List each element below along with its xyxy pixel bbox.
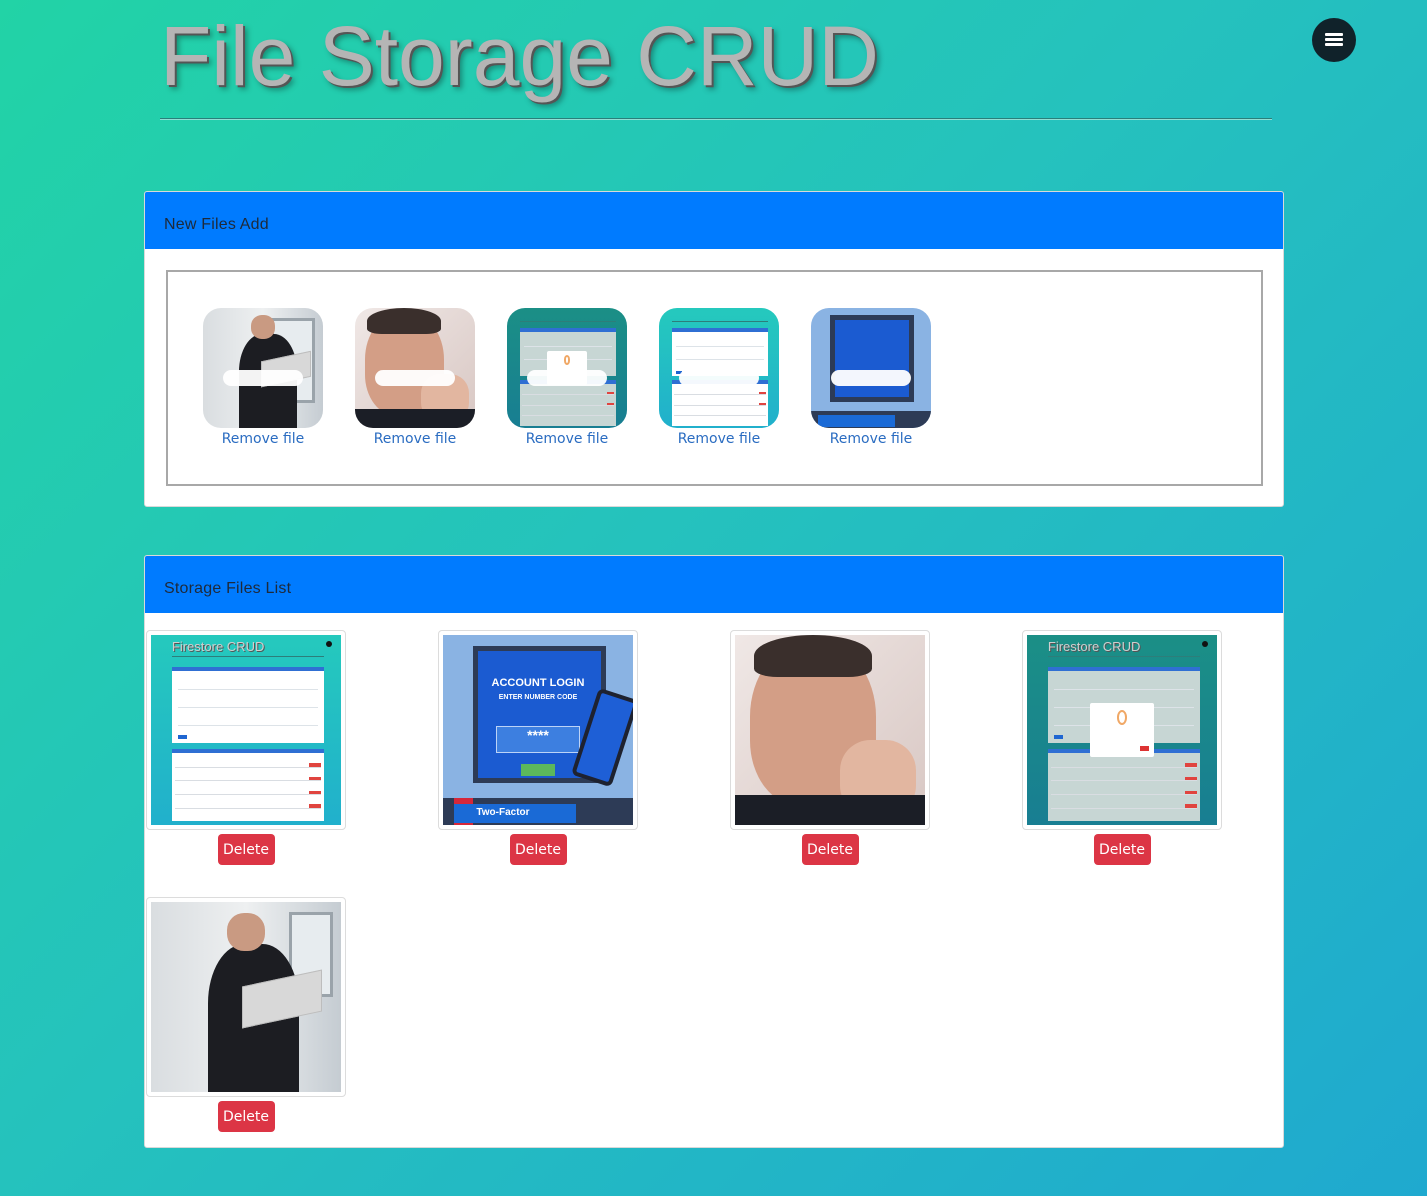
storage-file-item: ACCOUNT LOGIN ENTER NUMBER CODE **** Two… [438,630,638,865]
hamburger-menu-icon [1325,33,1343,47]
dropzone-preview: Remove file [659,308,779,447]
remove-file-link[interactable]: Remove file [203,431,323,447]
man-pointing-finger-thumbnail [355,308,475,428]
storage-file-item: Delete [730,630,930,865]
upload-progress-bar [375,370,455,386]
dropzone-preview: Remove file [355,308,475,447]
image-caption: Firestore CRUD [171,638,265,654]
dropzone-preview: Remove file [507,308,627,447]
account-login-two-factor-image: ACCOUNT LOGIN ENTER NUMBER CODE **** Two… [443,635,633,825]
upload-progress-bar [223,370,303,386]
new-files-card: New Files Add Remove file Remove file Re… [144,191,1284,507]
file-thumbnail[interactable]: Firestore CRUD [146,630,346,830]
image-caption: ACCOUNT LOGIN [491,676,585,689]
storage-file-item: Firestore CRUD Delete [146,630,346,865]
storage-files-card: Storage Files List Firestore CRUD Delete… [144,555,1284,1148]
file-dropzone[interactable]: Remove file Remove file Remove file Remo… [166,270,1263,486]
delete-button[interactable]: Delete [217,834,275,865]
title-divider [160,118,1272,120]
image-code: **** [496,726,580,753]
file-thumbnail[interactable]: ACCOUNT LOGIN ENTER NUMBER CODE **** Two… [438,630,638,830]
firestore-crud-form-thumbnail [659,308,779,428]
account-login-two-factor-thumbnail [811,308,931,428]
delete-button[interactable]: Delete [801,834,859,865]
image-caption: Firestore CRUD [1047,638,1141,654]
file-thumbnail[interactable] [730,630,930,830]
remove-file-link[interactable]: Remove file [659,431,779,447]
delete-button[interactable]: Delete [509,834,567,865]
storage-file-item: Delete [146,897,346,1132]
storage-file-item: Firestore CRUD Delete [1022,630,1222,865]
storage-files-card-header: Storage Files List [145,556,1283,613]
firestore-crud-delete-modal-image: Firestore CRUD [1027,635,1217,825]
man-pointing-finger-image [735,635,925,825]
firestore-crud-form-image: Firestore CRUD [151,635,341,825]
menu-button[interactable] [1312,18,1356,62]
delete-button[interactable]: Delete [1093,834,1151,865]
file-thumbnail[interactable]: Firestore CRUD [1022,630,1222,830]
page-title: File Storage CRUD [160,9,879,103]
delete-button[interactable]: Delete [217,1101,275,1132]
new-files-card-header: New Files Add [145,192,1283,249]
remove-file-link[interactable]: Remove file [355,431,475,447]
remove-file-link[interactable]: Remove file [811,431,931,447]
remove-file-link[interactable]: Remove file [507,431,627,447]
businessman-with-laptop-image [151,902,341,1092]
dropzone-preview: Remove file [811,308,931,447]
upload-progress-bar [527,370,607,386]
businessman-with-laptop-thumbnail [203,308,323,428]
file-thumbnail[interactable] [146,897,346,1097]
upload-progress-bar [831,370,911,386]
upload-progress-bar [679,370,759,386]
dropzone-preview: Remove file [203,308,323,447]
firestore-crud-delete-modal-thumbnail [507,308,627,428]
image-footer: Two-Factor Authentication [454,804,576,824]
